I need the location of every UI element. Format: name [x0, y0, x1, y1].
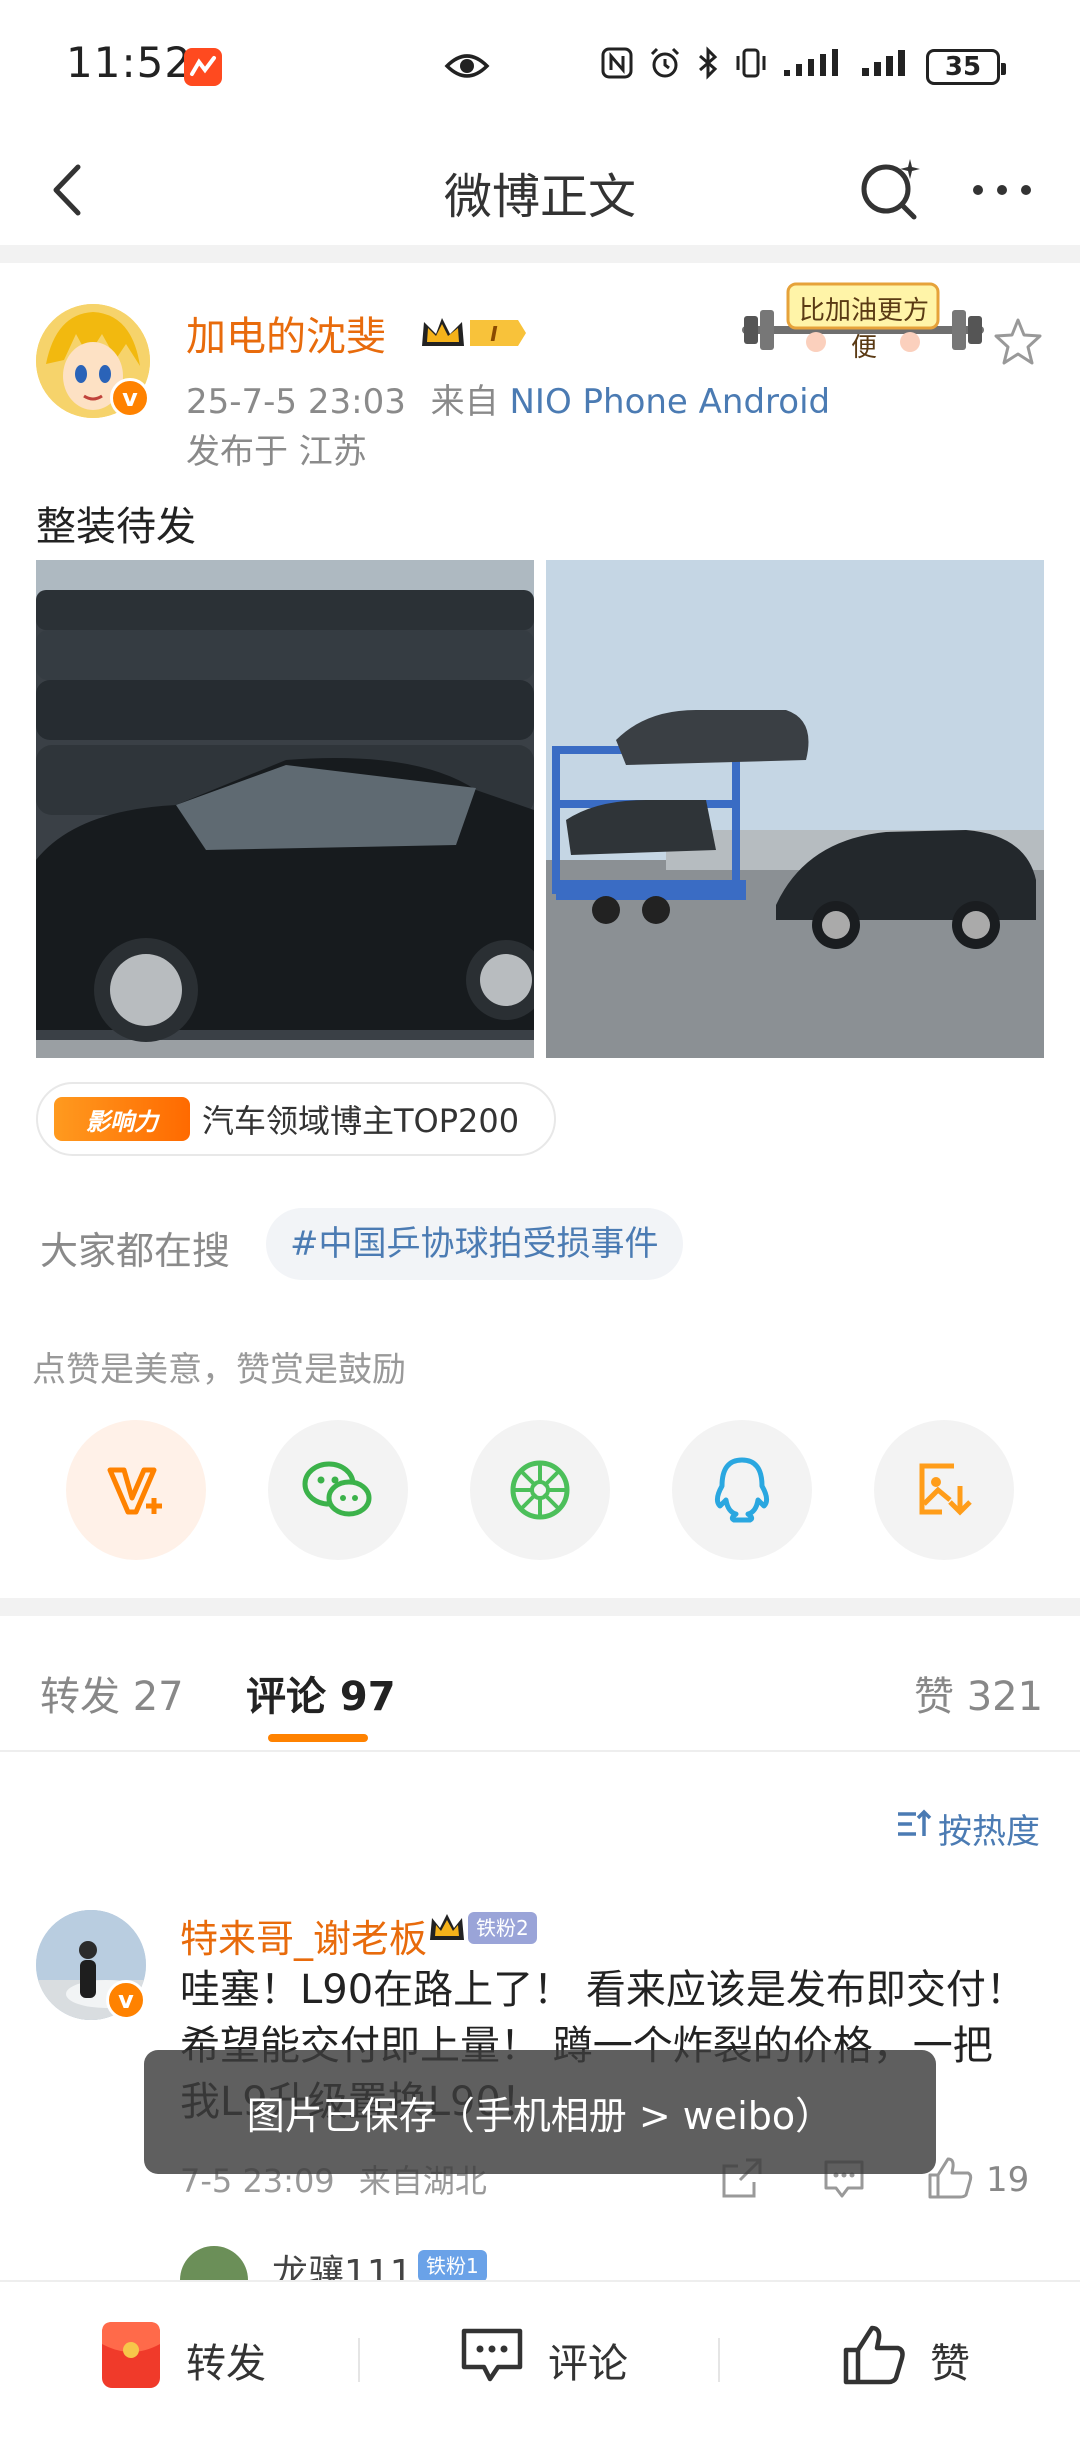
vibrate-icon [734, 46, 768, 89]
eye-icon [444, 48, 490, 84]
more-horizontal-icon[interactable] [962, 165, 1042, 215]
nfc-icon [600, 46, 634, 89]
post-location: 发布于 江苏 [186, 432, 367, 472]
fan-badge[interactable]: 铁粉2 [468, 1912, 537, 1944]
status-icons: 35 [600, 42, 1006, 92]
verified-badge-icon: v [106, 1980, 146, 2020]
comment-username[interactable]: 特来哥_谢老板 [180, 1908, 427, 1963]
post-username[interactable]: 加电的沈斐 [186, 304, 386, 362]
post-source-link[interactable]: NIO Phone Android [509, 382, 830, 422]
influence-v-icon: 影响力 [54, 1097, 190, 1141]
influence-tag[interactable]: 影响力 汽车领域博主TOP200 [36, 1082, 556, 1156]
weibo-notify-icon [184, 48, 222, 86]
battery-icon: 35 [926, 49, 1006, 85]
tab-bar: 转发 27 评论 97 赞 321 [0, 1624, 1080, 1752]
wechat-icon[interactable] [268, 1420, 408, 1560]
influence-text: 汽车领域博主TOP200 [202, 1102, 520, 1140]
fan-badge[interactable]: 铁粉1 [418, 2250, 487, 2282]
active-tab-indicator [268, 1734, 368, 1742]
post-image-2[interactable] [546, 560, 1044, 1058]
trending-label: 大家都在搜 [40, 1229, 231, 1273]
status-bar: 11:52 35 [0, 0, 1080, 135]
divider [0, 1598, 1080, 1616]
sort-icon [896, 1808, 932, 1849]
sort-label: 按热度 [938, 1812, 1040, 1852]
tab-likes[interactable]: 赞 321 [914, 1664, 1043, 1722]
card-decoration-badge[interactable]: 比加油更方便 [736, 280, 990, 370]
tab-repost[interactable]: 转发 27 [40, 1664, 184, 1722]
like-button[interactable]: 赞 [842, 2318, 970, 2402]
member-crown-icon [428, 1912, 466, 1944]
battery-level: 35 [944, 52, 982, 82]
comment-button[interactable]: 评论 [460, 2318, 628, 2402]
post-text: 整装待发 [36, 504, 196, 550]
repost-label: 转发 [186, 2341, 266, 2387]
level-badge-text: I [490, 322, 498, 346]
favorite-star-icon[interactable] [992, 316, 1044, 368]
repost-button[interactable]: 转发 [100, 2318, 266, 2402]
moments-icon[interactable] [470, 1420, 610, 1560]
status-time: 11:52 [66, 38, 193, 87]
nav-bar: 微博正文 [0, 135, 1080, 245]
bottom-action-bar: 转发 评论 赞 [0, 2280, 1080, 2437]
save-image-icon[interactable] [874, 1420, 1014, 1560]
like-icon [842, 2324, 906, 2396]
post-meta: 25-7-5 23:03 来自 NIO Phone Android [186, 374, 830, 423]
alarm-icon [648, 46, 682, 89]
v-reward-icon[interactable] [66, 1420, 206, 1560]
member-crown-icon[interactable]: I [418, 312, 528, 354]
like-label: 赞 [930, 2341, 970, 2387]
verified-badge-icon: v [110, 378, 150, 418]
ai-search-icon[interactable] [854, 153, 926, 225]
reward-hint: 点赞是美意，赞赏是鼓励 [32, 1350, 406, 1390]
sort-button[interactable]: 按热度 [896, 1804, 1040, 1853]
divider [718, 2338, 720, 2382]
divider [358, 2338, 360, 2382]
divider [0, 245, 1080, 263]
comment-like-count: 19 [986, 2160, 1030, 2200]
from-label: 来自 [430, 382, 499, 422]
post-image-1[interactable] [36, 560, 534, 1058]
repost-icon [100, 2320, 162, 2400]
comment-label: 评论 [548, 2341, 628, 2387]
post-time: 25-7-5 23:03 [186, 382, 406, 422]
trending-tag[interactable]: #中国乒协球拍受损事件 [266, 1208, 683, 1280]
badge-text: 比加油更方便 [798, 296, 929, 363]
comment-icon [460, 2325, 524, 2395]
signal-icon [860, 47, 912, 87]
share-row [0, 1420, 1080, 1564]
toast-message: 图片已保存（手机相册 > weibo） [144, 2050, 936, 2174]
bluetooth-icon [696, 45, 720, 89]
tab-comments[interactable]: 评论 97 [246, 1664, 396, 1722]
signal-icon [782, 47, 846, 87]
qq-icon[interactable] [672, 1420, 812, 1560]
